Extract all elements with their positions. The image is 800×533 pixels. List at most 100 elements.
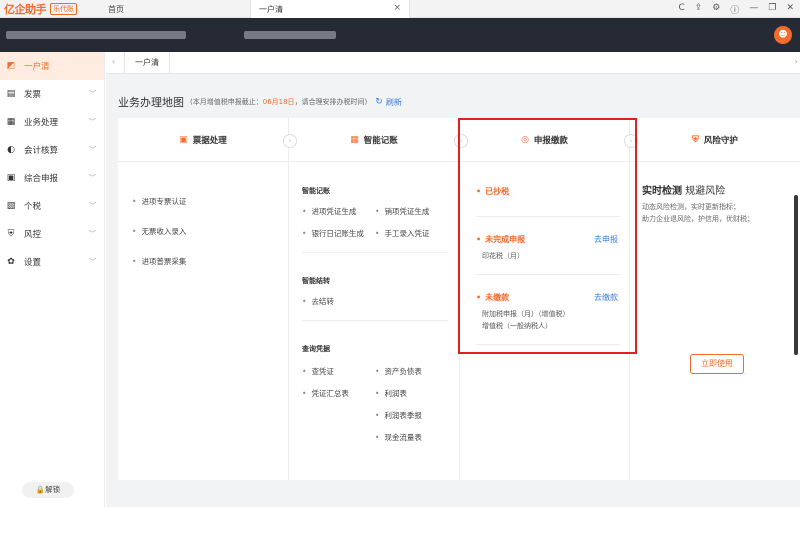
item-income-statement[interactable]: 利润表 <box>375 388 407 399</box>
column-title: 智能记账 <box>363 135 398 146</box>
logo-text: 亿企助手 <box>4 3 47 16</box>
sidebar-item-label: 会计核算 <box>24 146 59 156</box>
subtab-bar: ‹ 一户清 › <box>106 52 800 74</box>
go-file-link[interactable]: 去申报 <box>594 234 618 245</box>
title-row: 业务办理地图 (本月增值税申报截止：06月18日，请合理安排办税时间) ↻ 刷新 <box>118 94 402 110</box>
blurred-account-info <box>244 31 336 39</box>
tab-yihuqing[interactable]: 一户清 × <box>250 0 410 18</box>
chevron-down-icon: ﹀ <box>89 118 96 126</box>
unlock-button[interactable]: 🔒解锁 <box>22 482 74 498</box>
column-header[interactable]: ▣ 票据处理 <box>118 118 288 162</box>
item-income-quarterly[interactable]: 利润表季报 <box>375 410 422 421</box>
status-copied: 已抄税 <box>476 186 509 197</box>
upload-icon[interactable]: ⇪ <box>695 3 703 16</box>
subtab-yihuqing[interactable]: 一户清 <box>124 52 170 74</box>
window-close-icon[interactable]: ✕ <box>786 3 794 16</box>
edition-badge: 乐代账 <box>50 3 77 15</box>
item-input-normal-invoice[interactable]: 进项普票采集 <box>132 256 186 267</box>
ledger-icon: ▦ <box>350 134 359 145</box>
deadline-prefix: (本月增值税申报截止： <box>190 98 263 106</box>
sidebar-item-label: 一户清 <box>24 62 50 72</box>
chevron-down-icon: ﹀ <box>89 202 96 210</box>
refresh-link[interactable]: 刷新 <box>386 97 402 108</box>
divider <box>476 216 620 217</box>
sidebar-item-accounting[interactable]: ◐ 会计核算 ﹀ <box>0 136 104 164</box>
item-carry-forward[interactable]: 去结转 <box>302 296 334 307</box>
sidebar-item-personal-tax[interactable]: ▧ 个税 ﹀ <box>0 192 104 220</box>
section-title: 智能记账 <box>302 187 330 195</box>
column-title: 票据处理 <box>192 135 227 146</box>
section-title: 查询凭据 <box>302 345 330 353</box>
shield-icon: ⛨ <box>692 134 699 145</box>
sidebar-item-label: 发票 <box>24 90 42 100</box>
gear-icon[interactable]: ⚙ <box>712 3 720 16</box>
info-icon[interactable]: ⓘ <box>730 3 739 16</box>
scrollbar[interactable] <box>794 195 798 355</box>
blurred-company-name <box>6 31 186 39</box>
app-header: ☻ <box>0 18 800 52</box>
column-filing: ◎ 申报缴款 已抄税 未完成申报 去申报 印花税（月） 未缴款 去缴款 附加税申… <box>460 118 630 480</box>
item-bank-journal[interactable]: 银行日记账生成 <box>302 228 364 239</box>
sidebar-item-filing[interactable]: ▣ 综合申报 ﹀ <box>0 164 104 192</box>
deadline-suffix: ，请合理安排办税时间) <box>294 98 368 106</box>
item-manual-voucher[interactable]: 手工录入凭证 <box>375 228 429 239</box>
shield-icon: ⛨ <box>7 229 15 239</box>
column-header[interactable]: ⛨ 风险守护 <box>630 118 800 162</box>
item-no-invoice-income[interactable]: 无票收入录入 <box>132 226 186 237</box>
chevron-down-icon: ﹀ <box>89 230 96 238</box>
calculator-icon: ◐ <box>7 145 15 155</box>
chevron-down-icon: ﹀ <box>89 174 96 182</box>
chevron-left-icon[interactable]: ‹ <box>112 57 115 66</box>
sidebar-item-label: 设置 <box>24 258 42 268</box>
avatar[interactable]: ☻ <box>774 26 792 44</box>
document-icon: ▦ <box>6 117 16 127</box>
main-content: ‹ 一户清 › 业务办理地图 (本月增值税申报截止：06月18日，请合理安排办税… <box>106 52 800 507</box>
item-query-voucher[interactable]: 查凭证 <box>302 366 334 377</box>
unfiled-item: 印花税（月） <box>482 252 524 260</box>
minimize-icon[interactable]: — <box>749 3 758 16</box>
divider <box>302 320 448 321</box>
column-bookkeeping: ▦ 智能记账 智能记账 进项凭证生成 销项凭证生成 银行日记账生成 手工录入凭证… <box>289 118 460 480</box>
maximize-icon[interactable]: ❐ <box>768 3 776 16</box>
chevron-down-icon: ﹀ <box>89 90 96 98</box>
risk-headline-rest: 规避风险 <box>682 186 726 197</box>
sidebar-item-business[interactable]: ▦ 业务处理 ﹀ <box>0 108 104 136</box>
risk-desc-1: 动态风险检测，实时更新指标； <box>642 203 740 211</box>
chevron-right-icon[interactable]: › <box>795 57 798 66</box>
sidebar-item-risk[interactable]: ⛨ 风控 ﹀ <box>0 220 104 248</box>
tax-icon: ▧ <box>6 201 16 211</box>
column-header[interactable]: ▦ 智能记账 <box>289 118 459 162</box>
invoice-icon: ▣ <box>179 134 188 145</box>
column-risk: ⛨ 风险守护 实时检测 规避风险 动态风险检测，实时更新指标； 助力企业退风险，… <box>630 118 800 480</box>
status-unfiled: 未完成申报 <box>476 234 525 245</box>
refresh-icon[interactable]: ↻ <box>375 97 383 107</box>
deadline-date: 06月18日 <box>262 98 295 106</box>
status-unpaid: 未缴款 <box>476 292 509 303</box>
divider <box>476 344 620 345</box>
column-header[interactable]: ◎ 申报缴款 <box>460 118 629 162</box>
sidebar-item-yihuqing[interactable]: ◩ 一户清 <box>0 52 104 80</box>
item-cash-flow[interactable]: 现金流量表 <box>375 432 422 443</box>
report-icon: ▣ <box>6 173 16 183</box>
use-now-button[interactable]: 立即使用 <box>690 354 744 374</box>
window-controls: C ⇪ ⚙ ⓘ — ❐ ✕ <box>678 3 794 16</box>
app-logo: 亿企助手 乐代账 <box>4 2 77 16</box>
sidebar-item-label: 个税 <box>24 202 42 212</box>
chevron-down-icon: ﹀ <box>89 146 96 154</box>
risk-desc-2: 助力企业退风险，护信用，优财税； <box>642 215 754 223</box>
item-input-vat-cert[interactable]: 进项专票认证 <box>132 196 186 207</box>
sidebar-item-invoice[interactable]: ▤ 发票 ﹀ <box>0 80 104 108</box>
sidebar-item-settings[interactable]: ✿ 设置 ﹀ <box>0 248 104 276</box>
sidebar: ◩ 一户清 ▤ 发票 ﹀ ▦ 业务处理 ﹀ ◐ 会计核算 ﹀ ▣ 综合申报 ﹀ … <box>0 52 105 507</box>
close-icon[interactable]: × <box>393 3 401 13</box>
item-balance-sheet[interactable]: 资产负债表 <box>375 366 422 377</box>
risk-headline-bold: 实时检测 <box>642 186 682 197</box>
item-output-voucher[interactable]: 销项凭证生成 <box>375 206 429 217</box>
item-input-voucher[interactable]: 进项凭证生成 <box>302 206 356 217</box>
tab-home[interactable]: 首页 <box>108 4 124 15</box>
risk-headline: 实时检测 规避风险 <box>642 182 725 197</box>
go-pay-link[interactable]: 去缴款 <box>594 292 618 303</box>
item-voucher-summary[interactable]: 凭证汇总表 <box>302 388 349 399</box>
sidebar-item-label: 业务处理 <box>24 118 59 128</box>
reload-icon[interactable]: C <box>678 3 684 16</box>
